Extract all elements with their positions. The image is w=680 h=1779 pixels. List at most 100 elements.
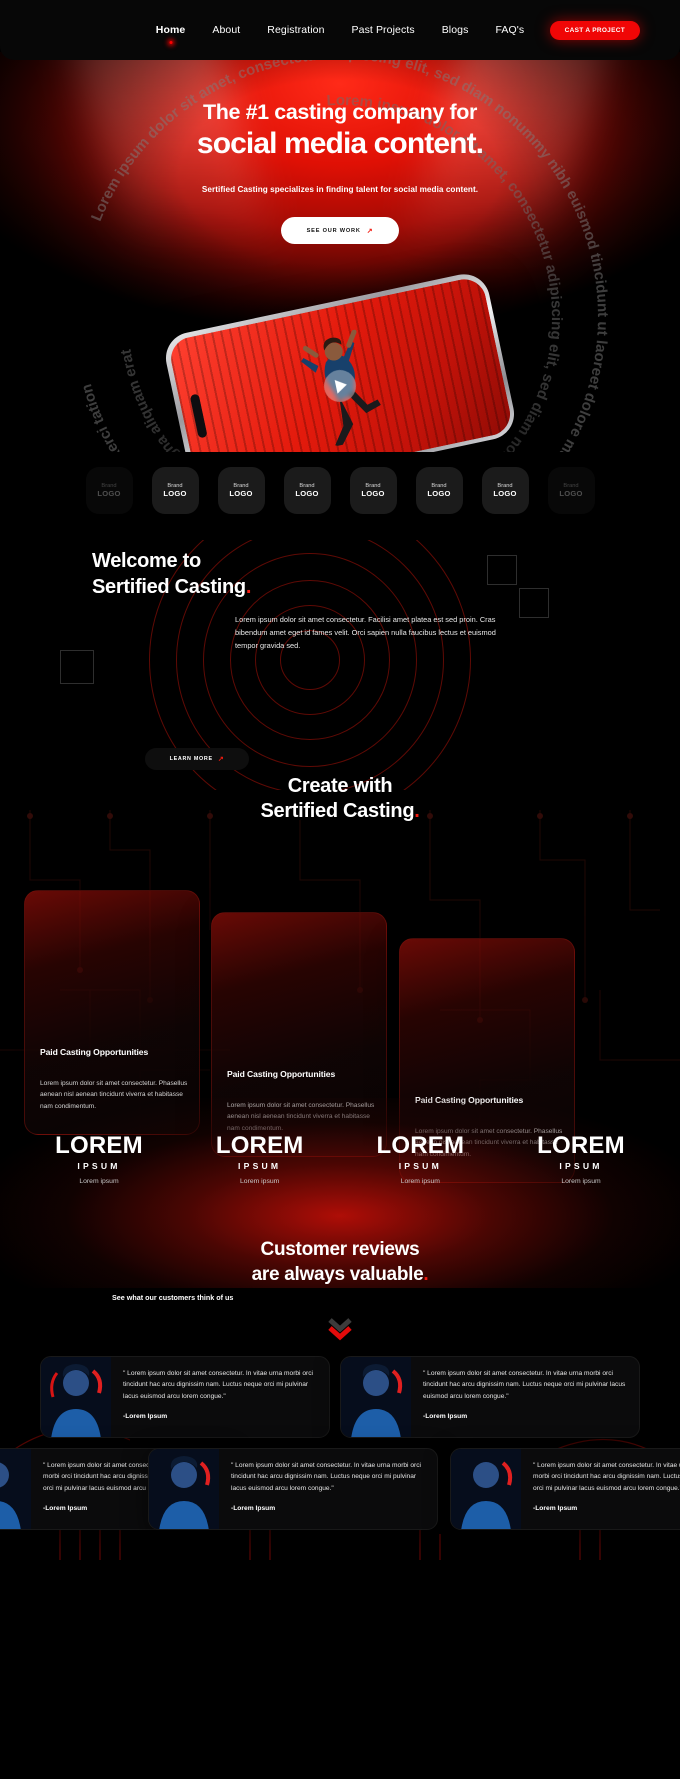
logo-card: Brand LOGO xyxy=(283,466,331,514)
logo-word-text: LOGO xyxy=(493,488,517,498)
arrow-up-right-icon: ↗ xyxy=(217,756,225,763)
testimonial-card[interactable]: " Lorem ipsum dolor sit amet consectetur… xyxy=(340,1356,640,1438)
hero-headline-line2: social media content. xyxy=(196,127,484,160)
learn-more-button[interactable]: LEARN MORE ↗ xyxy=(145,748,249,770)
stat-small-label: IPSUM xyxy=(398,1161,442,1171)
cast-a-project-button[interactable]: CAST A PROJECT xyxy=(549,21,640,40)
testimonial-text: " Lorem ipsum dolor sit amet consectetur… xyxy=(411,1357,639,1437)
stat-large-label: LOREM xyxy=(55,1132,143,1159)
stat-large-label: LOREM xyxy=(376,1132,465,1159)
testimonial-text: " Lorem ipsum dolor sit amet consectetur… xyxy=(111,1357,329,1437)
arrow-up-right-icon: ↗ xyxy=(366,227,374,235)
stat-small-label: IPSUM xyxy=(238,1161,282,1171)
stat-item: LOREM IPSUM Lorem ipsum xyxy=(215,1132,304,1186)
stat-large-label: LOREM xyxy=(215,1132,304,1159)
testimonial-avatar xyxy=(149,1449,219,1529)
logo-word-text: LOGO xyxy=(229,488,253,498)
reviews-heading: Customer reviews are always valuable. xyxy=(0,1239,680,1286)
stat-small-label: IPSUM xyxy=(77,1161,121,1171)
stat-item: LOREM IPSUM Lorem ipsum xyxy=(55,1132,143,1186)
hero-section: Lorem ipsum dolor sit amet, consectetur … xyxy=(0,52,680,452)
stat-large-label: LOREM xyxy=(537,1132,625,1159)
stat-caption: Lorem ipsum xyxy=(79,1178,119,1185)
testimonial-avatar xyxy=(0,1449,31,1529)
logo-card: Brand LOGO xyxy=(481,466,529,514)
logo-word-text: LOGO xyxy=(559,488,583,498)
avatar xyxy=(341,1357,411,1437)
nav-link-home[interactable]: Home xyxy=(156,24,186,36)
testimonials-section: " Lorem ipsum dolor sit amet consectetur… xyxy=(0,1356,680,1779)
testimonial-avatar xyxy=(341,1357,411,1437)
testimonial-text: " Lorem ipsum dolor sit amet consectetur… xyxy=(219,1449,437,1529)
square-decoration xyxy=(487,555,517,585)
stats-row: LOREM IPSUM Lorem ipsum LOREM IPSUM Lore… xyxy=(0,1132,680,1186)
logo-word-text: LOGO xyxy=(97,488,121,498)
logo-card: Brand LOGO xyxy=(547,466,595,514)
stat-item: LOREM IPSUM Lorem ipsum xyxy=(537,1132,625,1186)
testimonial-card[interactable]: " Lorem ipsum dolor sit amet consectetur… xyxy=(450,1448,680,1530)
logo-card: Brand LOGO xyxy=(415,466,463,514)
avatar xyxy=(451,1449,521,1529)
testimonial-author: -Lorem Ipsum xyxy=(231,1504,276,1512)
square-decoration xyxy=(519,588,549,618)
feature-card-title: Paid Casting Opportunities xyxy=(227,1069,336,1079)
welcome-heading-line1: Welcome to xyxy=(92,550,201,572)
logo-word-text: LOGO xyxy=(163,488,187,498)
red-period: . xyxy=(423,1264,429,1285)
stat-item: LOREM IPSUM Lorem ipsum xyxy=(376,1132,465,1186)
welcome-section: Welcome to Sertified Casting. Lorem ipsu… xyxy=(0,540,680,790)
logo-word-text: LOGO xyxy=(427,488,451,498)
testimonial-quote: " Lorem ipsum dolor sit amet consectetur… xyxy=(423,1370,626,1400)
hero-content: The #1 casting company for social media … xyxy=(0,52,680,244)
red-period: . xyxy=(245,576,252,598)
testimonial-quote: " Lorem ipsum dolor sit amet consectetur… xyxy=(231,1462,421,1492)
testimonial-quote: " Lorem ipsum dolor sit amet consectetur… xyxy=(123,1370,313,1400)
testimonial-author: -Lorem Ipsum xyxy=(423,1412,468,1420)
logo-card: Brand LOGO xyxy=(349,466,397,514)
testimonial-card[interactable]: " Lorem ipsum dolor sit amet consectetur… xyxy=(148,1448,438,1530)
testimonial-author: -Lorem Ipsum xyxy=(533,1504,578,1512)
nav-link-faqs[interactable]: FAQ's xyxy=(495,24,524,36)
see-our-work-label: SEE OUR WORK xyxy=(306,227,361,234)
see-our-work-button[interactable]: SEE OUR WORK ↗ xyxy=(281,217,399,244)
nav-links: Home About Registration Past Projects Bl… xyxy=(156,24,524,36)
stat-caption: Lorem ipsum xyxy=(561,1178,601,1185)
brand-logos-row: Brand LOGO Brand LOGO Brand LOGO Brand L… xyxy=(0,462,680,518)
testimonial-author: -Lorem Ipsum xyxy=(123,1412,168,1420)
logo-card: Brand LOGO xyxy=(151,466,199,514)
square-decoration xyxy=(60,650,94,684)
logo-card: Brand LOGO xyxy=(85,466,133,514)
reviews-heading-line2: are always valuable. xyxy=(251,1264,429,1285)
welcome-paragraph: Lorem ipsum dolor sit amet consectetur. … xyxy=(235,615,496,650)
logo-word-text: LOGO xyxy=(295,488,319,498)
testimonial-avatar xyxy=(41,1357,111,1437)
testimonial-card[interactable]: " Lorem ipsum dolor sit amet consectetur… xyxy=(40,1356,330,1438)
avatar xyxy=(0,1449,31,1529)
phone-side-button xyxy=(189,393,208,439)
nav-link-past-projects[interactable]: Past Projects xyxy=(352,24,415,36)
feature-card-title: Paid Casting Opportunities xyxy=(40,1047,149,1057)
nav-link-blogs[interactable]: Blogs xyxy=(442,24,469,36)
nav-link-registration[interactable]: Registration xyxy=(267,24,324,36)
stat-small-label: IPSUM xyxy=(559,1161,603,1171)
avatar xyxy=(149,1449,219,1529)
welcome-heading-line2: Sertified Casting. xyxy=(92,576,252,598)
testimonial-avatar xyxy=(451,1449,521,1529)
stat-caption: Lorem ipsum xyxy=(400,1178,440,1185)
landing-page: Home About Registration Past Projects Bl… xyxy=(0,0,680,1779)
hero-headline-line1: The #1 casting company for xyxy=(203,100,477,124)
reviews-subtitle: See what our customers think of us xyxy=(112,1293,234,1302)
learn-more-label: LEARN MORE xyxy=(169,756,213,762)
stat-caption: Lorem ipsum xyxy=(240,1178,280,1185)
reviews-heading-line1: Customer reviews xyxy=(260,1239,420,1260)
testimonial-text: " Lorem ipsum dolor sit amet consectetur… xyxy=(521,1449,680,1529)
top-navigation-bar: Home About Registration Past Projects Bl… xyxy=(0,0,680,60)
logo-card: Brand LOGO xyxy=(217,466,265,514)
hero-subtitle: Sertified Casting specializes in finding… xyxy=(201,185,479,194)
create-heading-line1: Create with xyxy=(287,775,393,797)
avatar xyxy=(41,1357,111,1437)
chevron-down-icon[interactable] xyxy=(327,1316,353,1342)
nav-link-about[interactable]: About xyxy=(212,24,240,36)
play-icon xyxy=(334,377,349,394)
logo-word-text: LOGO xyxy=(361,488,385,498)
